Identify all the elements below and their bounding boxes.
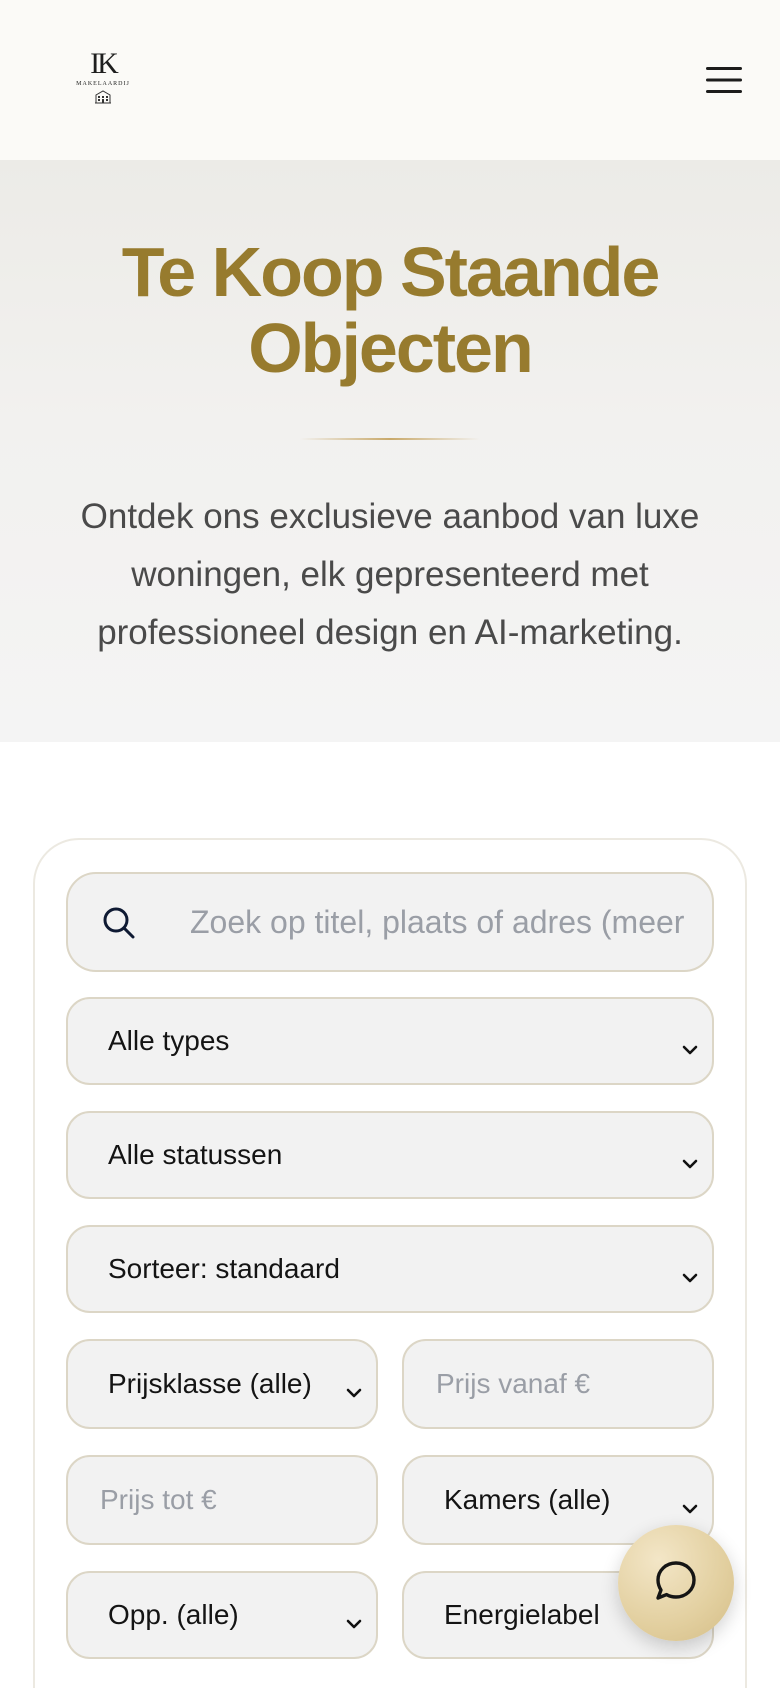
chat-bubble-icon (652, 1557, 700, 1610)
area-select[interactable]: Opp. (alle) (66, 1571, 378, 1659)
chevron-down-icon (680, 1033, 700, 1065)
type-select[interactable]: Alle types (66, 997, 714, 1085)
status-select[interactable]: Alle statussen (66, 1111, 714, 1199)
area-select-value: Opp. (alle) (108, 1599, 239, 1630)
chevron-down-icon (344, 1376, 364, 1408)
hamburger-menu-icon[interactable] (702, 58, 746, 102)
price-from-input[interactable]: Prijs vanaf € (402, 1339, 714, 1429)
brand-logo[interactable]: IK MAKELAARDIJ (76, 49, 130, 111)
hero-section: Te Koop Staande Objecten Ontdek ons excl… (0, 160, 780, 742)
hero-subtitle-line-2: woningen, elk gepresenteerd met (131, 555, 649, 594)
chevron-down-icon (680, 1261, 700, 1293)
hero-subtitle-line-3: professioneel design en AI-marketing. (97, 613, 683, 652)
chevron-down-icon (680, 1147, 700, 1179)
chevron-down-icon (344, 1607, 364, 1639)
sort-select-value: Sorteer: standaard (108, 1253, 340, 1284)
price-to-input[interactable]: Prijs tot € (66, 1455, 378, 1545)
site-header: IK MAKELAARDIJ (0, 0, 780, 160)
hero-divider (300, 438, 480, 440)
page-title-line-1: Te Koop Staande (121, 233, 661, 311)
hero-subtitle-line-1: Ontdek ons exclusieve aanbod van luxe (80, 497, 700, 536)
price-class-value: Prijsklasse (alle) (108, 1368, 312, 1399)
hero-subtitle: Ontdek ons exclusieve aanbod van luxe wo… (40, 488, 740, 662)
page-title-line-2: Objecten (248, 309, 534, 387)
chat-button[interactable] (618, 1525, 734, 1641)
search-icon (102, 906, 136, 947)
sort-select[interactable]: Sorteer: standaard (66, 1225, 714, 1313)
logo-mark: IK (90, 47, 119, 80)
chevron-down-icon (680, 1492, 700, 1524)
price-from-placeholder: Prijs vanaf € (436, 1368, 591, 1399)
status-select-value: Alle statussen (108, 1139, 283, 1170)
price-class-select[interactable]: Prijsklasse (alle) (66, 1339, 378, 1429)
search-placeholder: Zoek op titel, plaats of adres (meer (190, 903, 685, 940)
logo-text: MAKELAARDIJ (76, 81, 130, 87)
type-select-value: Alle types (108, 1025, 230, 1056)
page-title: Te Koop Staande Objecten (40, 234, 740, 386)
energy-label-value: Energielabel (444, 1599, 600, 1630)
building-icon (94, 90, 112, 109)
price-to-placeholder: Prijs tot € (100, 1484, 217, 1515)
rooms-select-value: Kamers (alle) (444, 1484, 611, 1515)
search-input[interactable]: Zoek op titel, plaats of adres (meer (66, 872, 714, 972)
